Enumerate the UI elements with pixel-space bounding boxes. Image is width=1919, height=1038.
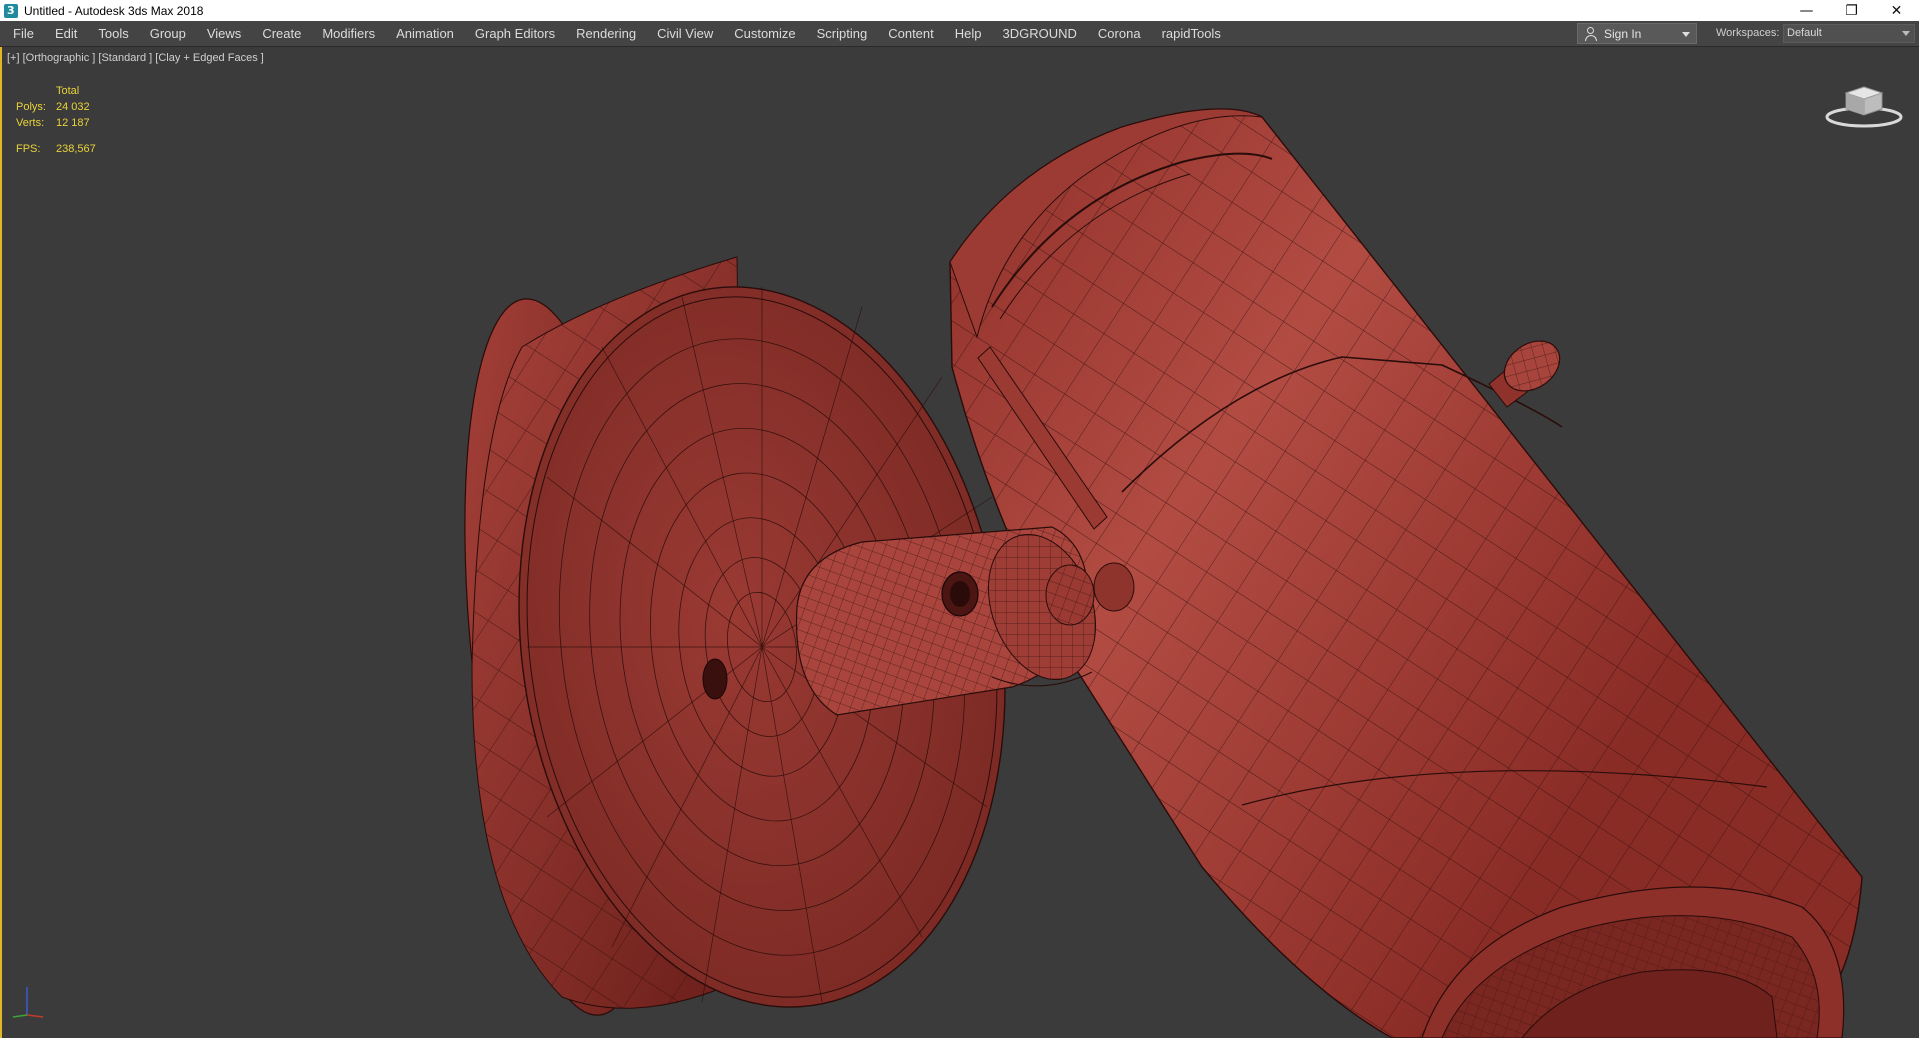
menu-customize[interactable]: Customize [725, 21, 807, 46]
menu-bar: File Edit Tools Group Views Create Modif… [0, 21, 1919, 47]
menu-edit[interactable]: Edit [46, 21, 89, 46]
workspaces-label: Workspaces: [1716, 27, 1780, 39]
stats-fps-row: FPS: 238,567 [16, 141, 116, 157]
3dsmax-app-icon[interactable] [4, 3, 18, 18]
menu-create[interactable]: Create [253, 21, 313, 46]
menu-rapidtools[interactable]: rapidTools [1153, 21, 1233, 46]
polys-label: Polys: [16, 101, 46, 113]
menu-corona[interactable]: Corona [1089, 21, 1153, 46]
sign-in-label: Sign In [1604, 26, 1642, 41]
stats-polys-row: Polys: 24 032 [16, 99, 116, 115]
adjust-knob [1488, 340, 1561, 408]
menu-civil-view[interactable]: Civil View [648, 21, 725, 46]
statistics-overlay: Total Polys: 24 032 Verts: 12 187 FPS: 2… [16, 83, 116, 157]
verts-label: Verts: [16, 117, 45, 129]
window-title: Untitled - Autodesk 3ds Max 2018 [24, 3, 204, 18]
stats-verts-row: Verts: 12 187 [16, 115, 116, 131]
menu-3dground[interactable]: 3DGROUND [994, 21, 1089, 46]
user-icon [1584, 26, 1598, 41]
stats-header: Total [56, 85, 80, 97]
fps-label: FPS: [16, 143, 41, 155]
menu-scripting[interactable]: Scripting [808, 21, 880, 46]
chevron-down-icon [1902, 31, 1910, 36]
menu-items: File Edit Tools Group Views Create Modif… [4, 21, 1233, 46]
workspaces-dropdown[interactable]: Default [1783, 24, 1915, 43]
title-bar: Untitled - Autodesk 3ds Max 2018 — ❐ ✕ [0, 0, 1919, 21]
sign-in-button[interactable]: Sign In [1577, 23, 1697, 44]
workspaces-value: Default [1787, 27, 1822, 39]
menu-graph-editors[interactable]: Graph Editors [466, 21, 567, 46]
viewcube-icon[interactable] [1824, 79, 1904, 129]
fps-value: 238,567 [56, 143, 96, 155]
menu-modifiers[interactable]: Modifiers [313, 21, 387, 46]
perspective-viewport[interactable]: [+] [Orthographic ] [Standard ] [Clay + … [0, 47, 1919, 1038]
menu-help[interactable]: Help [946, 21, 994, 46]
verts-value: 12 187 [56, 117, 90, 129]
close-button[interactable]: ✕ [1874, 0, 1919, 21]
minimize-button[interactable]: — [1784, 0, 1829, 21]
menu-group[interactable]: Group [141, 21, 198, 46]
3d-model-render [464, 108, 1863, 1038]
viewport-label[interactable]: [+] [Orthographic ] [Standard ] [Clay + … [7, 52, 264, 64]
menu-animation[interactable]: Animation [387, 21, 466, 46]
menu-content[interactable]: Content [879, 21, 946, 46]
stats-header-row: Total [16, 83, 116, 99]
polys-value: 24 032 [56, 101, 90, 113]
chevron-down-icon[interactable] [1682, 32, 1690, 37]
restore-button[interactable]: ❐ [1829, 0, 1874, 21]
menu-file[interactable]: File [4, 21, 46, 46]
menu-rendering[interactable]: Rendering [567, 21, 648, 46]
menu-views[interactable]: Views [198, 21, 253, 46]
axis-tripod-icon [12, 987, 44, 1018]
window-controls: — ❐ ✕ [1784, 0, 1919, 21]
menu-tools[interactable]: Tools [89, 21, 140, 46]
